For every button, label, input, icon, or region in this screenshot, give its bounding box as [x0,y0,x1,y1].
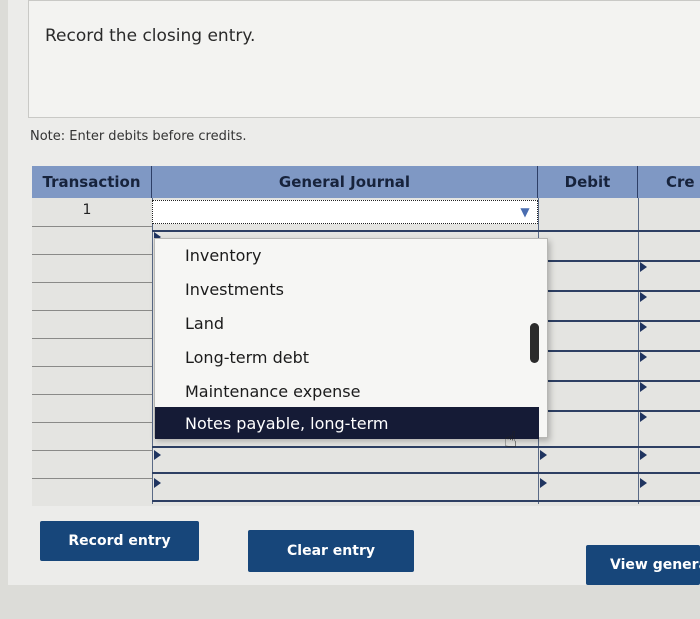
account-dropdown-list[interactable]: Inventory Investments Land Long-term deb… [154,238,548,439]
row-divider [152,472,700,474]
column-divider [152,198,153,504]
row-marker-icon [640,412,647,422]
row-divider [538,410,700,412]
row-divider [152,230,700,232]
transaction-number: 1 [82,202,92,218]
row-divider [538,260,700,262]
row-marker-icon [540,450,547,460]
row-marker-icon [640,450,647,460]
row-marker-icon [540,478,547,488]
dropdown-option[interactable]: Long-term debt [155,341,539,373]
view-general-journal-button[interactable]: View genera [586,545,700,585]
row-divider [538,350,700,352]
row-marker-icon [640,382,647,392]
dropdown-scrollbar[interactable] [530,323,539,363]
row-divider [538,320,700,322]
header-transaction: Transaction [32,166,152,198]
header-debit: Debit [538,166,638,198]
dropdown-option[interactable]: Inventory [155,239,539,271]
chevron-down-icon[interactable]: ▼ [515,203,535,221]
row-divider [32,450,152,451]
note-text: Note: Enter debits before credits. [30,129,247,144]
row-divider [32,366,152,367]
row-marker-icon [154,478,161,488]
row-divider [32,338,152,339]
row-divider [32,478,152,479]
header-general-journal: General Journal [152,166,538,198]
row-divider [32,394,152,395]
dropdown-option-selected[interactable]: Notes payable, long-term [155,407,539,439]
row-divider [32,254,152,255]
row-divider [32,282,152,283]
journal-account-select[interactable]: ▼ [152,200,538,224]
row-marker-icon [640,352,647,362]
row-divider [152,446,700,448]
row-divider [538,380,700,382]
row-marker-icon [154,450,161,460]
row-divider [152,500,700,502]
row-divider [32,422,152,423]
dropdown-option[interactable]: Land [155,307,539,339]
instruction-text: Record the closing entry. [45,26,256,46]
clear-entry-button[interactable]: Clear entry [248,530,414,572]
row-marker-icon [640,262,647,272]
hand-pointer-icon: ☝ [504,428,518,453]
dropdown-option[interactable]: Maintenance expense [155,375,539,407]
row-marker-icon [640,322,647,332]
dropdown-option[interactable]: Investments [155,273,539,305]
row-divider [538,290,700,292]
row-marker-icon [640,478,647,488]
row-marker-icon [640,292,647,302]
record-entry-button[interactable]: Record entry [40,521,199,561]
row-divider [32,310,152,311]
instruction-box: Record the closing entry. [28,0,700,118]
header-credit: Cre [638,166,700,198]
row-divider [32,226,152,227]
